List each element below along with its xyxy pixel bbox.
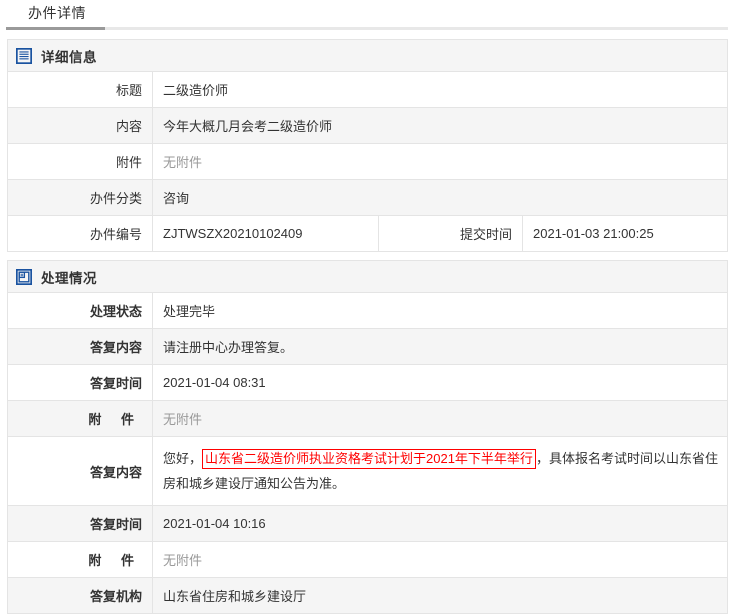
row-label-text: 附 件 [80,550,142,569]
row-value: 二级造价师 [153,72,727,107]
row-label: 附件 [8,144,153,179]
row-value-attachment: 无附件 [153,144,727,179]
row-value-secondary: 2021-01-03 21:00:25 [523,216,727,251]
row-value: 今年大概几月会考二级造价师 [153,108,727,143]
row-value-reply-time: 2021-01-04 08:31 [153,365,727,400]
row-label: 答复时间 [8,365,153,400]
row-label: 答复内容 [8,437,153,505]
row-value-status: 处理完毕 [153,293,727,328]
row-value-attachment: 无附件 [153,401,727,436]
panel-processing-status: 处理情况 处理状态 处理完毕 答复内容 请注册中心办理答复。 答复时间 2021… [7,260,728,614]
table-row: 标题 二级造价师 [8,72,727,108]
tab-order-detail[interactable]: 办件详情 [6,0,108,27]
tab-bar-underline [6,27,728,30]
row-value-reply: 请注册中心办理答复。 [153,329,727,364]
reply-text-highlight: 山东省二级造价师执业资格考试计划于2021年下半年举行 [202,449,536,469]
document-lines-icon [16,48,32,64]
panel-processing-status-title: 处理情况 [41,267,97,287]
row-label: 标题 [8,72,153,107]
row-label: 答复时间 [8,506,153,541]
row-label: 内容 [8,108,153,143]
row-value-reply-time: 2021-01-04 10:16 [153,506,727,541]
row-label: 办件分类 [8,180,153,215]
panel-detail-info: 详细信息 标题 二级造价师 内容 今年大概几月会考二级造价师 附件 无附件 办件… [7,39,728,252]
row-label: 办件编号 [8,216,153,251]
table-row: 答复内容 请注册中心办理答复。 [8,329,727,365]
table-row: 答复时间 2021-01-04 08:31 [8,365,727,401]
panel-detail-info-header: 详细信息 [8,40,727,72]
row-label: 答复内容 [8,329,153,364]
row-value-attachment: 无附件 [153,542,727,577]
row-label: 答复机构 [8,578,153,613]
row-value: 咨询 [153,180,727,215]
table-row: 答复时间 2021-01-04 10:16 [8,506,727,542]
row-value-reply-body: 您好，山东省二级造价师执业资格考试计划于2021年下半年举行，具体报名考试时间以… [153,437,727,505]
table-row-split: 办件编号 ZJTWSZX20210102409 提交时间 2021-01-03 … [8,216,727,252]
table-row: 内容 今年大概几月会考二级造价师 [8,108,727,144]
table-row: 答复机构 山东省住房和城乡建设厅 [8,578,727,614]
reply-text-prefix: 您好， [163,451,202,466]
table-row: 附 件 无附件 [8,401,727,437]
row-label: 附 件 [8,542,153,577]
row-label-secondary: 提交时间 [378,216,523,251]
row-label: 附 件 [8,401,153,436]
panel-processing-status-header: 处理情况 [8,261,727,293]
row-value: ZJTWSZX20210102409 [153,216,378,251]
table-row: 附件 无附件 [8,144,727,180]
table-row: 办件分类 咨询 [8,180,727,216]
row-label-text: 附 件 [80,409,142,428]
row-label: 处理状态 [8,293,153,328]
table-row: 处理状态 处理完毕 [8,293,727,329]
table-row-reply-body: 答复内容 您好，山东省二级造价师执业资格考试计划于2021年下半年举行，具体报名… [8,437,727,506]
window-stack-icon [16,269,32,285]
tab-active-indicator [6,27,105,30]
table-row: 附 件 无附件 [8,542,727,578]
tab-bar: 办件详情 [0,0,734,31]
row-value-reply-org: 山东省住房和城乡建设厅 [153,578,727,613]
panel-detail-info-title: 详细信息 [41,46,97,66]
